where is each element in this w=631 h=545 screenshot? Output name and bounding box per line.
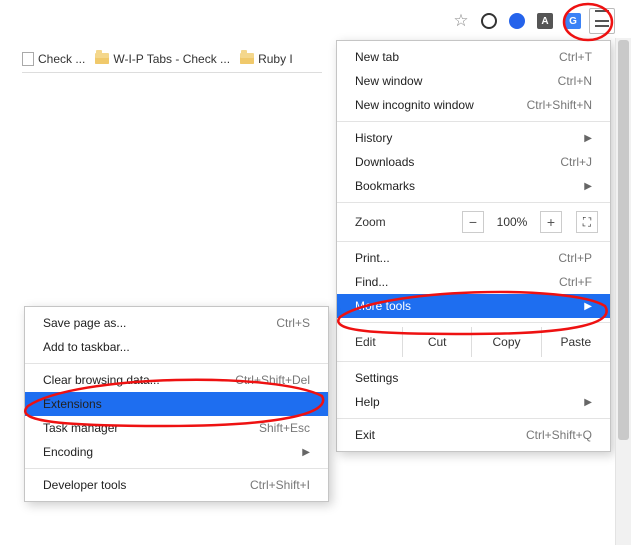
menu-shortcut: Ctrl+S (276, 316, 310, 330)
chrome-main-menu: New tab Ctrl+T New window Ctrl+N New inc… (336, 40, 611, 452)
menu-label: More tools (355, 299, 411, 313)
menu-label: Extensions (43, 397, 102, 411)
menu-label: Print... (355, 251, 390, 265)
submenu-encoding[interactable]: Encoding ▶ (25, 440, 328, 464)
chevron-right-icon: ▶ (584, 301, 592, 312)
chevron-right-icon: ▶ (302, 447, 310, 458)
zoom-label: Zoom (355, 215, 386, 229)
menu-new-tab[interactable]: New tab Ctrl+T (337, 45, 610, 69)
menu-shortcut: Ctrl+P (558, 251, 592, 265)
menu-shortcut: Ctrl+Shift+I (250, 478, 310, 492)
menu-settings[interactable]: Settings (337, 366, 610, 390)
menu-separator (337, 121, 610, 122)
menu-shortcut: Ctrl+J (560, 155, 592, 169)
zoom-in-button[interactable]: + (540, 211, 562, 233)
menu-separator (337, 241, 610, 242)
menu-separator (337, 322, 610, 323)
menu-bookmarks[interactable]: Bookmarks ▶ (337, 174, 610, 198)
folder-icon (240, 53, 254, 64)
bookmark-label: W-I-P Tabs - Check ... (113, 52, 230, 66)
vertical-scrollbar[interactable] (615, 38, 631, 545)
scrollbar-thumb[interactable] (618, 40, 629, 440)
menu-label: Encoding (43, 445, 93, 459)
menu-label: New window (355, 74, 422, 88)
menu-separator (337, 361, 610, 362)
cut-button[interactable]: Cut (402, 327, 471, 357)
menu-separator (25, 363, 328, 364)
edit-label: Edit (337, 335, 402, 349)
menu-label: New incognito window (355, 98, 474, 112)
menu-label: Settings (355, 371, 398, 385)
menu-print[interactable]: Print... Ctrl+P (337, 246, 610, 270)
more-tools-submenu: Save page as... Ctrl+S Add to taskbar...… (24, 306, 329, 502)
submenu-extensions[interactable]: Extensions (25, 392, 328, 416)
menu-shortcut: Ctrl+F (559, 275, 592, 289)
extension-icon-2[interactable] (505, 9, 529, 33)
submenu-save-page[interactable]: Save page as... Ctrl+S (25, 311, 328, 335)
menu-label: Developer tools (43, 478, 126, 492)
folder-icon (95, 53, 109, 64)
bookmark-item[interactable]: Check ... (22, 52, 85, 66)
menu-label: Exit (355, 428, 375, 442)
menu-shortcut: Shift+Esc (259, 421, 310, 435)
chevron-right-icon: ▶ (584, 133, 592, 144)
extension-icon-google[interactable]: G (561, 9, 585, 33)
menu-label: Add to taskbar... (43, 340, 130, 354)
extension-icon-1[interactable] (477, 9, 501, 33)
chevron-right-icon: ▶ (584, 397, 592, 408)
copy-button[interactable]: Copy (471, 327, 540, 357)
menu-shortcut: Ctrl+Shift+N (527, 98, 592, 112)
menu-separator (337, 202, 610, 203)
bookmarks-bar: Check ... W-I-P Tabs - Check ... Ruby I (22, 45, 322, 73)
menu-label: Task manager (43, 421, 118, 435)
extension-icon-adobe[interactable]: A (533, 9, 557, 33)
bookmark-folder[interactable]: W-I-P Tabs - Check ... (95, 52, 230, 66)
menu-separator (337, 418, 610, 419)
fullscreen-button[interactable]: ⛶ (576, 211, 598, 233)
menu-exit[interactable]: Exit Ctrl+Shift+Q (337, 423, 610, 447)
menu-more-tools[interactable]: More tools ▶ (337, 294, 610, 318)
menu-label: New tab (355, 50, 399, 64)
menu-history[interactable]: History ▶ (337, 126, 610, 150)
menu-label: Find... (355, 275, 388, 289)
chevron-right-icon: ▶ (584, 181, 592, 192)
zoom-value: 100% (492, 215, 532, 229)
menu-label: Downloads (355, 155, 414, 169)
submenu-clear-browsing-data[interactable]: Clear browsing data... Ctrl+Shift+Del (25, 368, 328, 392)
menu-label: Bookmarks (355, 179, 415, 193)
hamburger-menu-button[interactable] (589, 8, 615, 34)
submenu-task-manager[interactable]: Task manager Shift+Esc (25, 416, 328, 440)
menu-shortcut: Ctrl+T (559, 50, 592, 64)
submenu-developer-tools[interactable]: Developer tools Ctrl+Shift+I (25, 473, 328, 497)
paste-button[interactable]: Paste (541, 327, 610, 357)
menu-label: History (355, 131, 392, 145)
menu-edit-row: Edit Cut Copy Paste (337, 327, 610, 357)
menu-new-window[interactable]: New window Ctrl+N (337, 69, 610, 93)
menu-shortcut: Ctrl+Shift+Del (235, 373, 310, 387)
bookmark-label: Check ... (38, 52, 85, 66)
menu-separator (25, 468, 328, 469)
menu-find[interactable]: Find... Ctrl+F (337, 270, 610, 294)
menu-shortcut: Ctrl+N (558, 74, 592, 88)
menu-zoom-row: Zoom − 100% + ⛶ (337, 207, 610, 237)
menu-incognito[interactable]: New incognito window Ctrl+Shift+N (337, 93, 610, 117)
menu-label: Clear browsing data... (43, 373, 160, 387)
star-icon[interactable]: ☆ (449, 9, 473, 33)
submenu-add-taskbar[interactable]: Add to taskbar... (25, 335, 328, 359)
page-icon (22, 52, 34, 66)
menu-label: Help (355, 395, 380, 409)
menu-downloads[interactable]: Downloads Ctrl+J (337, 150, 610, 174)
zoom-out-button[interactable]: − (462, 211, 484, 233)
bookmark-folder[interactable]: Ruby I (240, 52, 293, 66)
menu-label: Save page as... (43, 316, 126, 330)
menu-help[interactable]: Help ▶ (337, 390, 610, 414)
menu-shortcut: Ctrl+Shift+Q (526, 428, 592, 442)
bookmark-label: Ruby I (258, 52, 293, 66)
